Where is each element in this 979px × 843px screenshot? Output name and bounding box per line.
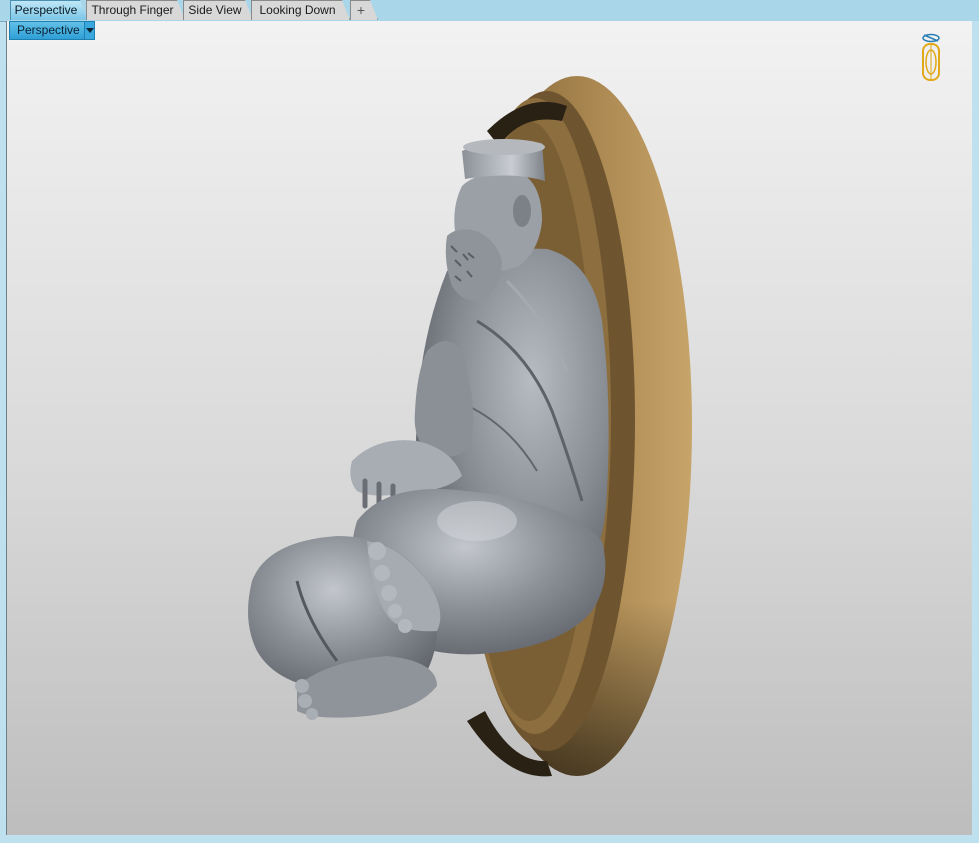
window-frame-bottom (0, 835, 979, 843)
plus-icon: + (356, 2, 366, 18)
model-render[interactable] (7, 21, 973, 835)
viewport-tab-bar: Perspective Through Finger Side View Loo… (0, 0, 979, 22)
triangle-down-icon (86, 28, 94, 33)
viewport-name-label[interactable]: Perspective (9, 21, 95, 40)
viewport-menu-button[interactable] (84, 21, 95, 40)
window-frame-right (972, 21, 979, 843)
tab-perspective[interactable]: Perspective (10, 0, 88, 20)
tab-side-view[interactable]: Side View (183, 0, 253, 20)
tab-looking-down[interactable]: Looking Down (251, 0, 350, 20)
add-tab-button[interactable]: + (350, 0, 378, 20)
perspective-viewport[interactable]: Perspective (6, 21, 974, 836)
gumball-widget-icon[interactable] (918, 32, 944, 84)
tab-through-finger[interactable]: Through Finger (86, 0, 185, 20)
